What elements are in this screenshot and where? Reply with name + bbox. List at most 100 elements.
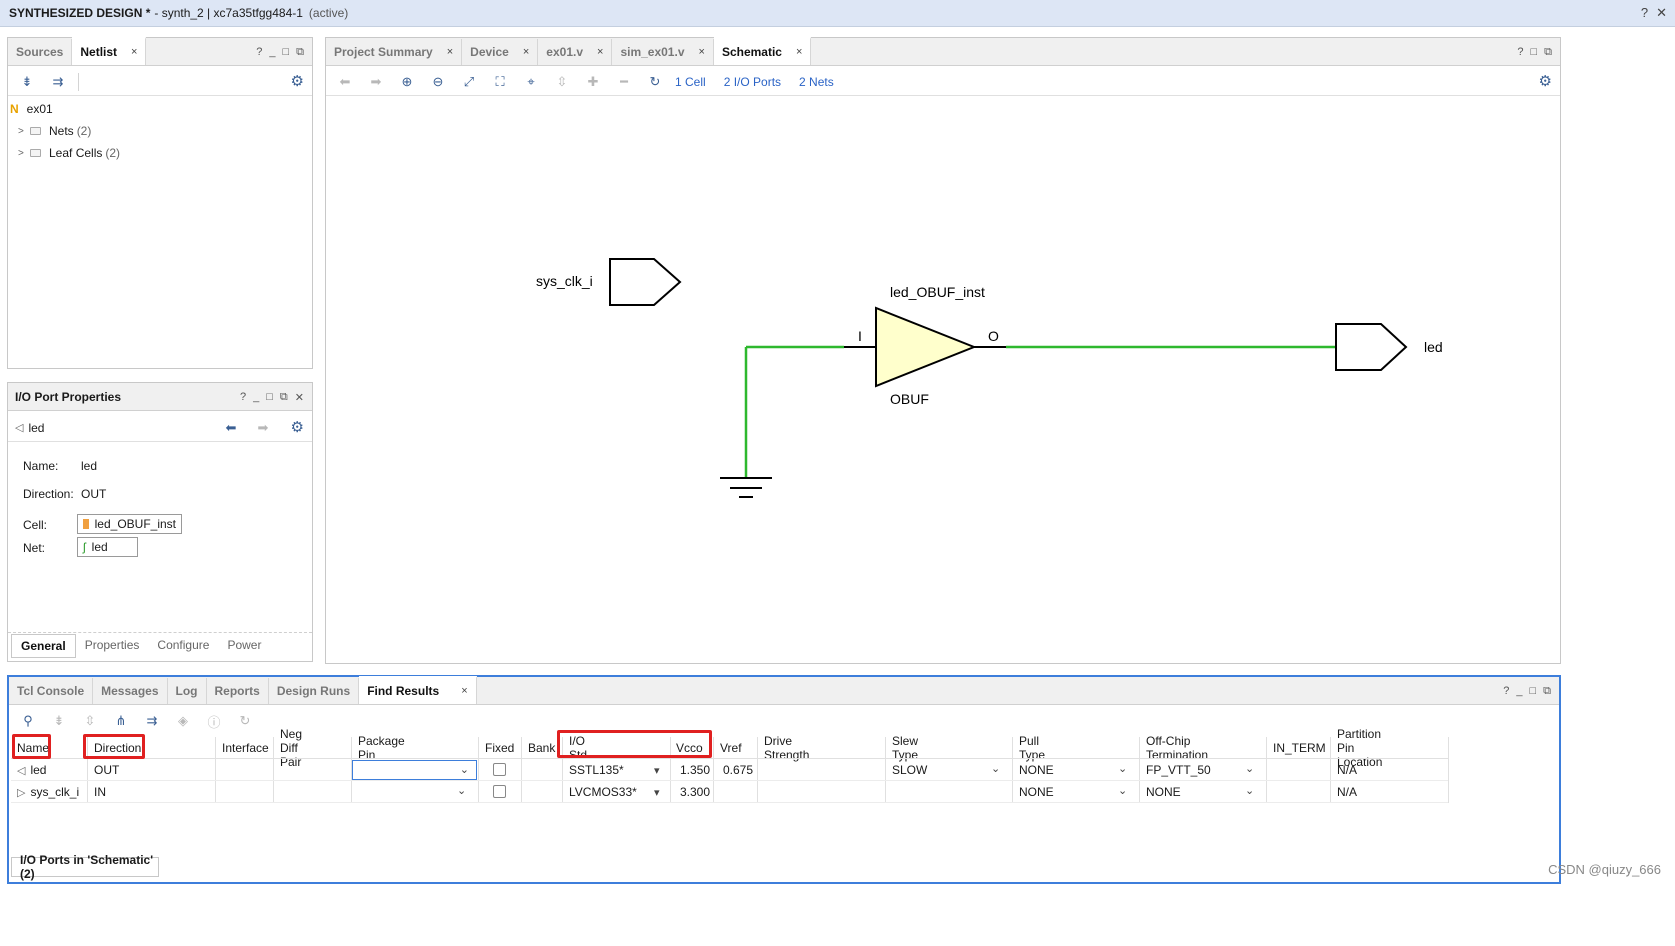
obuf-cell[interactable] [875,306,977,388]
nets-link[interactable]: 2 Nets [799,75,834,89]
tab-netlist[interactable]: Netlist × [72,37,147,65]
tab-configure[interactable]: Configure [148,634,218,658]
close-tab-icon[interactable]: × [597,46,603,58]
col-drive-strength[interactable]: Drive Strength [764,734,809,762]
tab-schematic[interactable]: Schematic × [713,37,812,65]
gear-icon[interactable]: ⚙ [291,418,304,436]
col-vref[interactable]: Vref [720,737,742,759]
collapse-all-icon[interactable]: ⇟ [16,71,38,93]
close-icon[interactable]: ✕ [295,391,304,404]
row-pull[interactable]: NONE [1019,759,1054,781]
chevron-down-icon[interactable]: ⌄ [991,762,1000,775]
minimize-icon[interactable]: _ [269,46,275,59]
maximize-icon[interactable]: □ [1529,685,1536,698]
gear-icon[interactable]: ⚙ [291,72,304,90]
collapse-cell-icon[interactable]: ━ [613,71,635,93]
tree-item-nets[interactable]: > Nets (2) [18,124,91,138]
close-tab-icon[interactable]: × [131,46,137,58]
row-pull[interactable]: NONE [1019,781,1054,803]
regenerate-icon[interactable]: ⇳ [551,71,573,93]
dropdown-arrow-icon[interactable]: ▾ [654,786,660,799]
tab-power[interactable]: Power [218,634,270,658]
maximize-icon[interactable]: □ [1530,46,1537,59]
package-pin-select[interactable]: ⌄ [352,760,477,780]
expand-cell-icon[interactable]: ✚ [582,71,604,93]
search-icon[interactable]: ⚲ [17,710,39,732]
col-off-chip-termination[interactable]: Off-Chip Termination [1146,734,1208,762]
row-term[interactable]: FP_VTT_50 [1146,759,1211,781]
dropdown-arrow-icon[interactable]: ▾ [654,764,660,777]
fixed-checkbox[interactable] [493,763,506,776]
info-icon[interactable]: ⓘ [203,710,225,732]
float-icon[interactable]: ⧉ [296,46,304,59]
expand-all-icon[interactable]: ⇳ [79,710,101,732]
chevron-right-icon[interactable]: > [18,148,30,159]
tree-root[interactable]: N ex01 [10,102,53,116]
gear-icon[interactable]: ⚙ [1539,72,1552,90]
tab-tcl-console[interactable]: Tcl Console [9,678,94,704]
close-tab-icon[interactable]: × [523,46,529,58]
diamond-icon[interactable]: ◈ [172,710,194,732]
row-io-std[interactable]: LVCMOS33* [569,781,637,803]
hierarchy-icon[interactable]: ⋔ [110,710,132,732]
tab-design-runs[interactable]: Design Runs [269,678,360,704]
minimize-icon[interactable]: _ [1516,685,1522,698]
cells-link[interactable]: 1 Cell [675,75,706,89]
back-icon[interactable]: ⬅ [334,71,356,93]
zoom-fit-icon[interactable]: ⤢ [458,71,480,93]
export-icon[interactable]: ⇉ [141,710,163,732]
tab-project-summary[interactable]: Project Summary × [326,39,463,65]
help-icon[interactable]: ? [256,46,262,59]
row-io-std[interactable]: SSTL135* [569,759,624,781]
zoom-in-icon[interactable]: ⊕ [396,71,418,93]
close-tab-icon[interactable]: × [796,46,802,58]
chevron-down-icon[interactable]: ⌄ [1245,784,1254,797]
forward-icon[interactable]: ➡ [365,71,387,93]
back-icon[interactable]: ⬅ [220,417,242,439]
help-icon[interactable]: ? [1517,46,1523,59]
maximize-icon[interactable]: □ [282,46,289,59]
help-icon[interactable]: ? [240,391,246,404]
crosshair-icon[interactable]: ⌖ [520,71,542,93]
col-fixed[interactable]: Fixed [485,737,514,759]
tab-sources[interactable]: Sources [8,39,73,65]
close-tab-icon[interactable]: × [699,46,705,58]
help-icon[interactable]: ? [1503,685,1509,698]
row-term[interactable]: NONE [1146,781,1181,803]
zoom-selection-icon[interactable]: ⛶ [489,71,511,93]
help-icon[interactable]: ? [1641,5,1648,21]
schematic-canvas[interactable]: sys_clk_i led_OBUF_inst OBUF I O led [326,97,1560,663]
tab-ex01-v[interactable]: ex01.v × [538,39,613,65]
col-interface[interactable]: Interface [222,737,269,759]
chevron-down-icon[interactable]: ⌄ [460,763,469,776]
input-port-symbol[interactable] [609,258,682,306]
col-partition-pin-location[interactable]: Partition Pin Location [1337,727,1382,769]
zoom-out-icon[interactable]: ⊖ [427,71,449,93]
col-package-pin[interactable]: Package Pin [358,734,405,762]
output-port-symbol[interactable] [1335,323,1408,371]
row-slew[interactable]: SLOW [892,759,927,781]
chevron-down-icon[interactable]: ⌄ [457,784,466,797]
float-icon[interactable]: ⧉ [1544,46,1552,59]
close-tab-icon[interactable]: × [447,46,453,58]
chevron-down-icon[interactable]: ⌄ [1118,762,1127,775]
cell-link[interactable]: led_OBUF_inst [77,514,182,534]
expand-icon[interactable]: ⇉ [47,71,69,93]
tab-messages[interactable]: Messages [93,678,168,704]
tab-device[interactable]: Device × [462,39,539,65]
col-pull-type[interactable]: Pull Type [1019,734,1045,762]
fixed-checkbox[interactable] [493,785,506,798]
maximize-icon[interactable]: □ [266,391,273,404]
close-tab-icon[interactable]: × [461,685,467,697]
col-in-term[interactable]: IN_TERM [1273,737,1326,759]
chevron-down-icon[interactable]: ⌄ [1245,762,1254,775]
minimize-icon[interactable]: _ [253,391,259,404]
col-bank[interactable]: Bank [528,737,555,759]
col-slew-type[interactable]: Slew Type [892,734,918,762]
net-link[interactable]: ʃ led [77,537,138,557]
refresh-icon[interactable]: ↻ [644,71,666,93]
float-icon[interactable]: ⧉ [280,391,288,404]
collapse-all-icon[interactable]: ⇟ [48,710,70,732]
tab-log[interactable]: Log [168,678,207,704]
float-icon[interactable]: ⧉ [1543,685,1551,698]
